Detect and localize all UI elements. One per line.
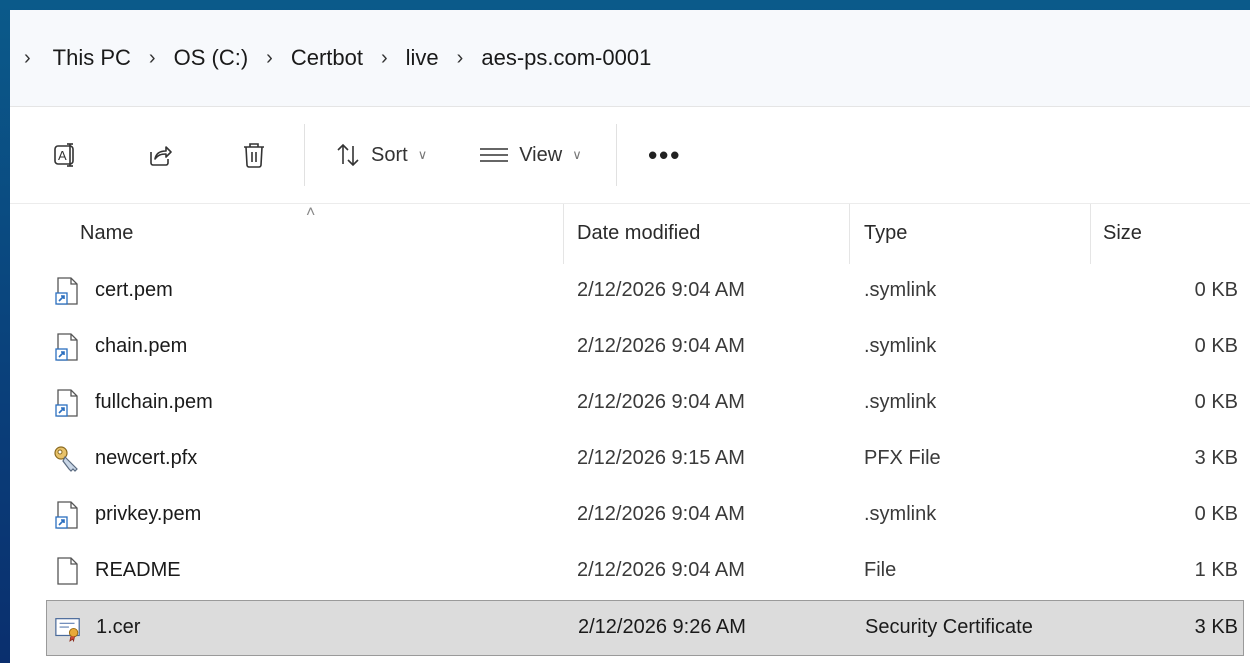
file-date-modified: 2/12/2026 9:04 AM (577, 391, 745, 413)
file-row[interactable]: newcert.pfx 2/12/2026 9:15 AM PFX File 3… (10, 432, 1250, 488)
view-icon (480, 148, 509, 162)
symlink-file-icon (55, 501, 78, 529)
more-options-icon: ••• (648, 139, 682, 170)
file-row[interactable]: chain.pem 2/12/2026 9:04 AM .symlink 0 K… (10, 320, 1250, 376)
file-size: 0 KB (1194, 503, 1238, 525)
symlink-file-icon (55, 389, 78, 417)
breadcrumb-separator-icon[interactable]: › (381, 47, 388, 70)
file-row[interactable]: README 2/12/2026 9:04 AM File 1 KB (10, 544, 1250, 600)
breadcrumb-item-live[interactable]: live (406, 45, 439, 71)
view-button[interactable]: View ∨ (479, 133, 582, 177)
sort-icon (337, 143, 359, 167)
delete-button[interactable] (232, 133, 276, 177)
file-row[interactable]: fullchain.pem 2/12/2026 9:04 AM .symlink… (10, 376, 1250, 432)
file-type: PFX File (864, 447, 941, 469)
breadcrumb[interactable]: › This PC › OS (C:) › Certbot › live › a… (10, 10, 1250, 107)
column-divider[interactable] (563, 204, 564, 264)
file-list: cert.pem 2/12/2026 9:04 AM .symlink 0 KB… (10, 264, 1250, 656)
file-date-modified: 2/12/2026 9:04 AM (577, 503, 745, 525)
file-name: fullchain.pem (95, 391, 213, 413)
file-date-modified: 2/12/2026 9:04 AM (577, 279, 745, 301)
file-explorer-window: › This PC › OS (C:) › Certbot › live › a… (10, 10, 1250, 663)
column-divider[interactable] (1090, 204, 1091, 264)
more-options-button[interactable]: ••• (643, 133, 687, 177)
file-date-modified: 2/12/2026 9:15 AM (577, 447, 745, 469)
file-date-modified: 2/12/2026 9:04 AM (577, 559, 745, 581)
view-label: View (519, 143, 563, 166)
breadcrumb-item-certbot[interactable]: Certbot (291, 45, 363, 71)
column-header-name[interactable]: Name (80, 222, 133, 245)
file-name: cert.pem (95, 279, 173, 301)
file-name: newcert.pfx (95, 447, 198, 469)
column-header-size[interactable]: Size (1103, 222, 1142, 245)
toolbar-divider (615, 124, 617, 186)
file-type: .symlink (864, 503, 937, 525)
file-name: README (95, 559, 181, 581)
file-size: 3 KB (1194, 447, 1238, 469)
file-name: 1.cer (96, 616, 141, 638)
file-type: .symlink (864, 279, 937, 301)
file-size: 3 KB (1194, 616, 1238, 638)
breadcrumb-item-this-pc[interactable]: This PC (53, 45, 131, 71)
breadcrumb-chevron-icon[interactable]: › (24, 47, 31, 70)
symlink-file-icon (55, 277, 78, 305)
rename-icon: A (54, 143, 74, 167)
column-header-row: ˄ Name Date modified Type Size (10, 204, 1250, 264)
chevron-down-icon: ∨ (572, 147, 582, 162)
delete-icon (244, 143, 264, 168)
sort-button[interactable]: Sort ∨ (335, 133, 427, 177)
sort-label: Sort (371, 143, 408, 166)
svg-text:A: A (58, 148, 67, 163)
chevron-down-icon: ∨ (417, 147, 428, 162)
file-row[interactable]: cert.pem 2/12/2026 9:04 AM .symlink 0 KB (10, 264, 1250, 320)
breadcrumb-item-os-c[interactable]: OS (C:) (174, 45, 249, 71)
symlink-file-icon (55, 333, 78, 361)
breadcrumb-separator-icon[interactable]: › (149, 47, 156, 70)
file-type: .symlink (864, 335, 937, 357)
column-header-date-modified[interactable]: Date modified (577, 222, 700, 245)
toolbar-divider (304, 124, 305, 186)
breadcrumb-separator-icon[interactable]: › (266, 47, 273, 70)
certificate-icon (55, 618, 80, 643)
rename-button[interactable]: A (44, 133, 88, 177)
file-type: File (864, 559, 897, 581)
file-type: .symlink (864, 391, 937, 413)
sort-ascending-caret-icon: ˄ (306, 204, 316, 221)
file-name: privkey.pem (95, 503, 202, 525)
file-type: Security Certificate (865, 616, 1033, 638)
file-size: 1 KB (1194, 559, 1238, 581)
file-date-modified: 2/12/2026 9:26 AM (578, 616, 746, 638)
file-date-modified: 2/12/2026 9:04 AM (577, 335, 745, 357)
file-row-selected[interactable]: 1.cer 2/12/2026 9:26 AM Security Certifi… (46, 600, 1244, 656)
command-bar: A Sort ∨ View ∨ ••• (10, 107, 1250, 204)
blank-file-icon (57, 557, 78, 585)
breadcrumb-separator-icon[interactable]: › (457, 47, 464, 70)
file-name: chain.pem (95, 335, 188, 357)
column-divider[interactable] (849, 204, 850, 264)
breadcrumb-item-current-folder[interactable]: aes-ps.com-0001 (481, 45, 651, 71)
file-row[interactable]: privkey.pem 2/12/2026 9:04 AM .symlink 0… (10, 488, 1250, 544)
file-size: 0 KB (1194, 391, 1238, 413)
share-button[interactable] (138, 133, 182, 177)
share-icon (150, 146, 172, 166)
file-size: 0 KB (1194, 279, 1238, 301)
pfx-key-icon (54, 446, 78, 472)
column-header-type[interactable]: Type (864, 222, 907, 245)
file-size: 0 KB (1194, 335, 1238, 357)
